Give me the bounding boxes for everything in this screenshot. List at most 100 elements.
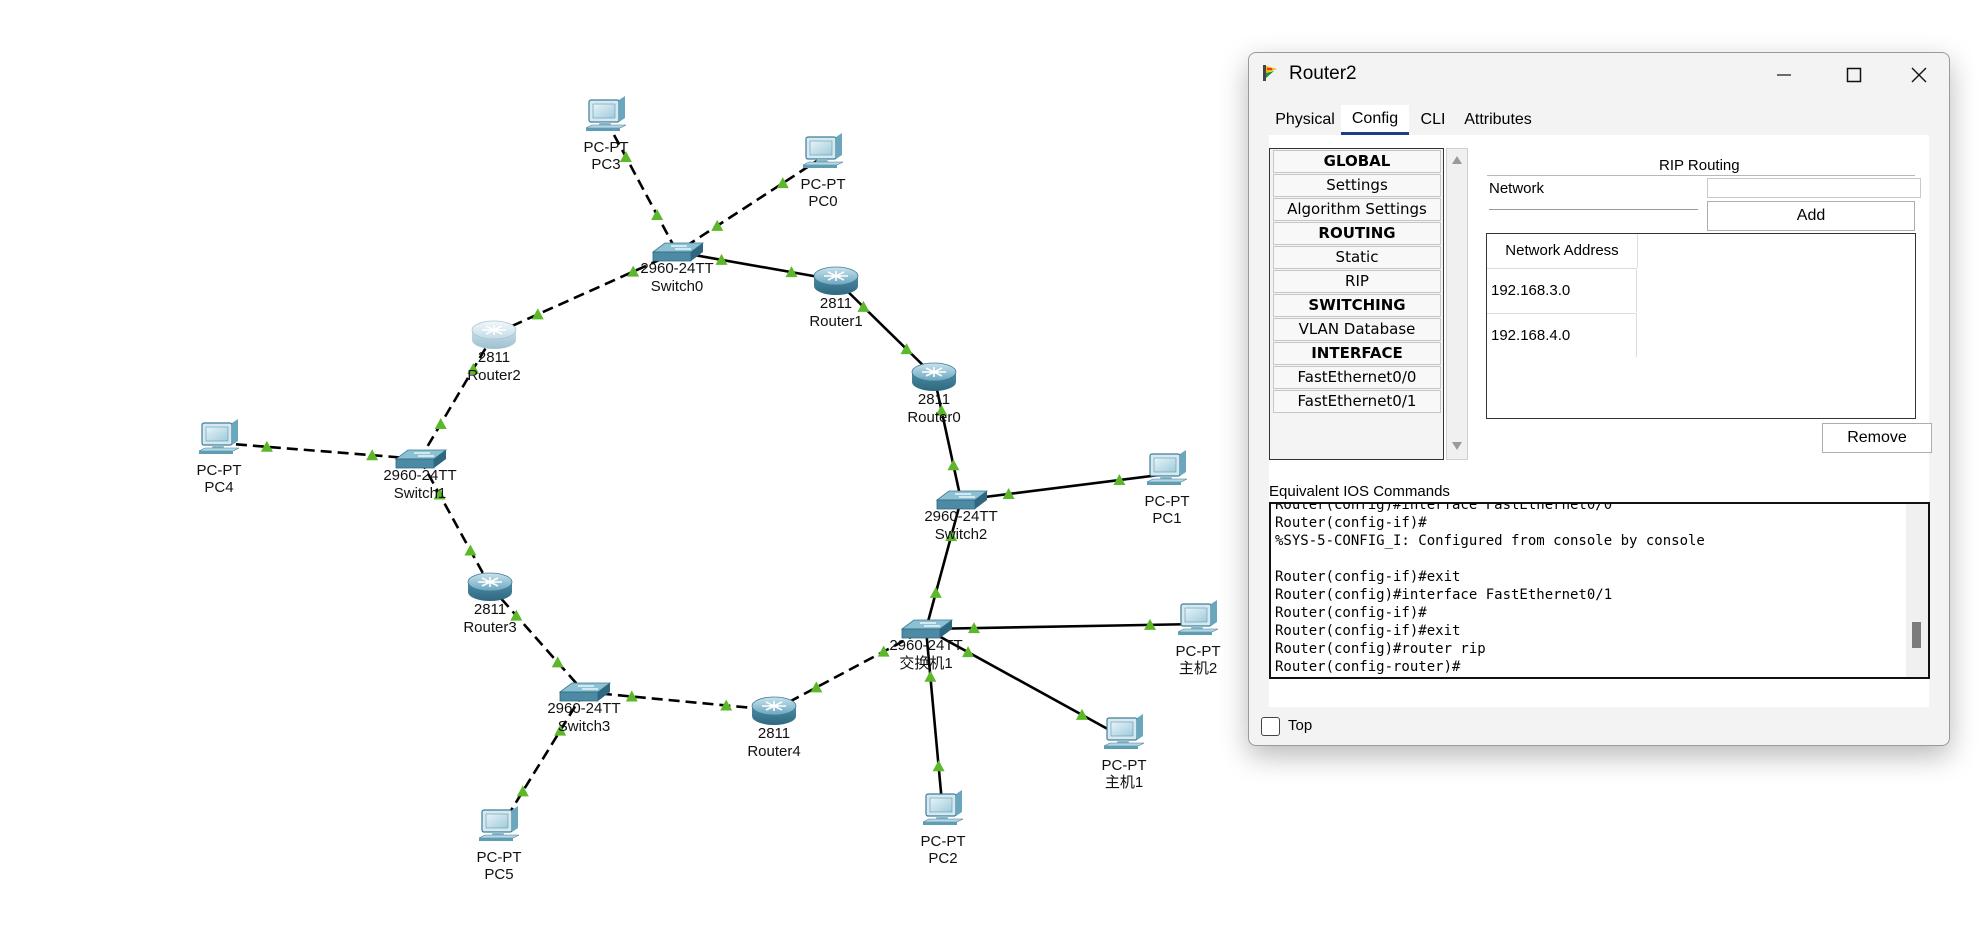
link-status-indicator — [531, 308, 544, 320]
device-name-label: Router1 — [809, 313, 862, 330]
device-switch3[interactable]: 2960-24TTSwitch3 — [547, 682, 621, 735]
tab-attributes[interactable]: Attributes — [1457, 105, 1539, 135]
network-address-row[interactable]: 192.168.3.0 — [1487, 268, 1637, 312]
switch-icon[interactable] — [936, 490, 988, 510]
network-address-row[interactable]: 192.168.4.0 — [1487, 313, 1637, 357]
device-pc5[interactable]: PC-PTPC5 — [477, 805, 522, 883]
pc-icon[interactable] — [1103, 713, 1145, 750]
device-router3[interactable]: 2811Router3 — [463, 572, 517, 636]
topology-devices: PC-PTPC3PC-PTPC02960-24TTSwitch02811Rout… — [197, 95, 1221, 883]
remove-network-button[interactable]: Remove — [1822, 423, 1932, 453]
device-host1[interactable]: PC-PT主机1 — [1102, 713, 1147, 791]
switch-icon[interactable] — [395, 449, 447, 469]
router-icon[interactable] — [471, 320, 517, 350]
device-model-label: 2811 — [474, 601, 506, 618]
minimize-button[interactable] — [1754, 55, 1814, 93]
nav-item-static[interactable]: Static — [1273, 246, 1441, 269]
pc-icon[interactable] — [198, 418, 240, 455]
device-name-label: Switch1 — [394, 485, 447, 502]
scroll-down-arrow-icon[interactable] — [1451, 441, 1463, 451]
device-switch0[interactable]: 2960-24TTSwitch0 — [640, 242, 714, 295]
nav-item-vlan-database[interactable]: VLAN Database — [1273, 318, 1441, 341]
rip-heading-divider — [1487, 175, 1915, 176]
router-icon[interactable] — [467, 572, 513, 602]
config-nav-list[interactable]: GLOBAL Settings Algorithm Settings ROUTI… — [1269, 148, 1444, 460]
link-status-indicator — [924, 670, 937, 682]
device-sw_jh1[interactable]: 2960-24TT交换机1 — [889, 619, 963, 672]
network-link[interactable] — [218, 440, 421, 461]
link-status-indicator — [810, 681, 823, 693]
device-model-label: PC-PT — [921, 833, 966, 850]
config-panel: GLOBAL Settings Algorithm Settings ROUTI… — [1269, 135, 1932, 707]
network-input[interactable] — [1707, 178, 1921, 198]
network-address-header: Network Address — [1487, 234, 1638, 268]
pc-icon[interactable] — [922, 789, 964, 826]
maximize-button[interactable] — [1824, 55, 1884, 93]
nav-item-rip[interactable]: RIP — [1273, 270, 1441, 293]
device-model-label: 2960-24TT — [547, 700, 620, 717]
device-name-label: Router0 — [907, 409, 960, 426]
ios-command-line — [1275, 550, 1705, 568]
packet-tracer-icon — [1263, 65, 1277, 81]
add-network-button[interactable]: Add — [1707, 201, 1915, 231]
window-titlebar[interactable]: Router2 — [1249, 53, 1949, 93]
ios-command-line: Router(config-if)#exit — [1275, 569, 1461, 585]
nav-scrollbar[interactable] — [1446, 148, 1468, 460]
device-name-label: PC5 — [484, 866, 513, 883]
tab-cli[interactable]: CLI — [1411, 105, 1455, 135]
pc-icon[interactable] — [585, 95, 627, 132]
device-router4[interactable]: 2811Router4 — [747, 696, 801, 760]
network-link[interactable] — [676, 155, 824, 254]
ios-command-line: Router(config-router)# — [1275, 659, 1461, 675]
device-config-window[interactable]: Router2 Physical Config CLI Attributes G… — [1248, 52, 1950, 746]
top-checkbox-label: Top — [1288, 717, 1313, 734]
network-link[interactable] — [960, 472, 1168, 502]
router-icon[interactable] — [751, 696, 797, 726]
nav-header-routing: ROUTING — [1273, 222, 1441, 245]
switch-icon[interactable] — [901, 619, 953, 639]
router-icon[interactable] — [911, 362, 957, 392]
device-pc4[interactable]: PC-PTPC4 — [197, 418, 242, 496]
device-switch2[interactable]: 2960-24TTSwitch2 — [924, 490, 998, 543]
close-button[interactable] — [1889, 55, 1949, 93]
device-router0[interactable]: 2811Router0 — [907, 362, 961, 426]
pc-icon[interactable] — [1177, 599, 1219, 636]
rip-network-table[interactable]: Network Address 192.168.3.0 192.168.4.0 — [1486, 233, 1916, 419]
ios-log-scrollbar[interactable] — [1906, 504, 1928, 677]
device-pc1[interactable]: PC-PTPC1 — [1145, 449, 1190, 527]
ios-commands-log[interactable]: Router(config)#interface FastEthernet0/0… — [1269, 502, 1930, 679]
router-icon[interactable] — [813, 266, 859, 296]
device-model-label: PC-PT — [801, 176, 846, 193]
top-checkbox[interactable] — [1261, 717, 1280, 736]
pc-icon[interactable] — [478, 805, 520, 842]
nav-item-fastethernet0-0[interactable]: FastEthernet0/0 — [1273, 366, 1441, 389]
device-pc2[interactable]: PC-PTPC2 — [921, 789, 966, 867]
device-name-label: Switch3 — [558, 718, 611, 735]
device-pc0[interactable]: PC-PTPC0 — [801, 132, 846, 210]
pc-icon[interactable] — [1146, 449, 1188, 486]
ios-command-line: Router(config-if)# — [1275, 515, 1427, 531]
link-status-indicator — [464, 544, 477, 556]
tab-physical[interactable]: Physical — [1269, 105, 1341, 135]
pc-icon[interactable] — [802, 132, 844, 169]
device-model-label: PC-PT — [1145, 493, 1190, 510]
device-model-label: 2811 — [918, 391, 950, 408]
device-router2[interactable]: 2811Router2 — [467, 320, 521, 384]
tab-config[interactable]: Config — [1341, 105, 1409, 135]
device-name-label: PC0 — [808, 193, 837, 210]
nav-item-algorithm-settings[interactable]: Algorithm Settings — [1273, 198, 1441, 221]
device-host2[interactable]: PC-PT主机2 — [1176, 599, 1221, 677]
switch-icon[interactable] — [652, 242, 704, 262]
device-name-label: 主机1 — [1105, 774, 1143, 791]
nav-item-settings[interactable]: Settings — [1273, 174, 1441, 197]
ios-command-line: Router(config)#interface FastEthernet0/1 — [1275, 587, 1613, 603]
device-name-label: 主机2 — [1179, 660, 1217, 677]
network-link[interactable] — [925, 618, 1199, 634]
nav-item-fastethernet0-1[interactable]: FastEthernet0/1 — [1273, 390, 1441, 413]
switch-icon[interactable] — [559, 682, 611, 702]
device-model-label: 2811 — [758, 725, 790, 742]
scroll-up-arrow-icon[interactable] — [1451, 155, 1463, 165]
ios-log-scroll-thumb[interactable] — [1912, 622, 1921, 648]
device-name-label: Router2 — [467, 367, 520, 384]
link-status-indicator — [932, 760, 945, 772]
